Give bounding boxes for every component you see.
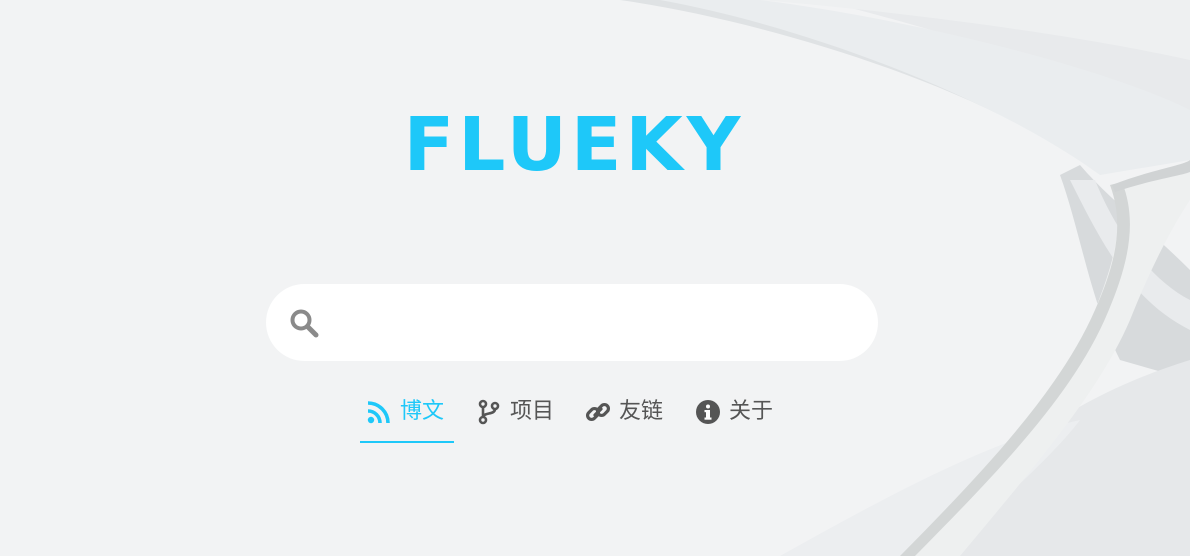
background-image xyxy=(0,0,1190,556)
nav-label-friends: 友链 xyxy=(619,399,664,424)
nav-label-projects: 项目 xyxy=(510,399,555,424)
info-circle-icon xyxy=(695,399,721,425)
search-input[interactable] xyxy=(336,296,860,351)
nav-label-about: 关于 xyxy=(729,399,774,424)
link-icon xyxy=(585,399,611,425)
nav-item-posts[interactable]: 博文 xyxy=(360,395,454,443)
search-icon[interactable] xyxy=(288,307,320,339)
code-branch-icon xyxy=(476,399,502,425)
main-nav: 博文 项目 友链 关于 xyxy=(0,395,1190,445)
site-logo[interactable]: FLUEKY xyxy=(0,98,1148,192)
nav-label-posts: 博文 xyxy=(400,399,445,424)
nav-item-about[interactable]: 关于 xyxy=(695,395,787,441)
rss-icon xyxy=(366,399,392,425)
nav-item-projects[interactable]: 项目 xyxy=(476,395,566,441)
nav-item-friends[interactable]: 友链 xyxy=(585,395,677,441)
